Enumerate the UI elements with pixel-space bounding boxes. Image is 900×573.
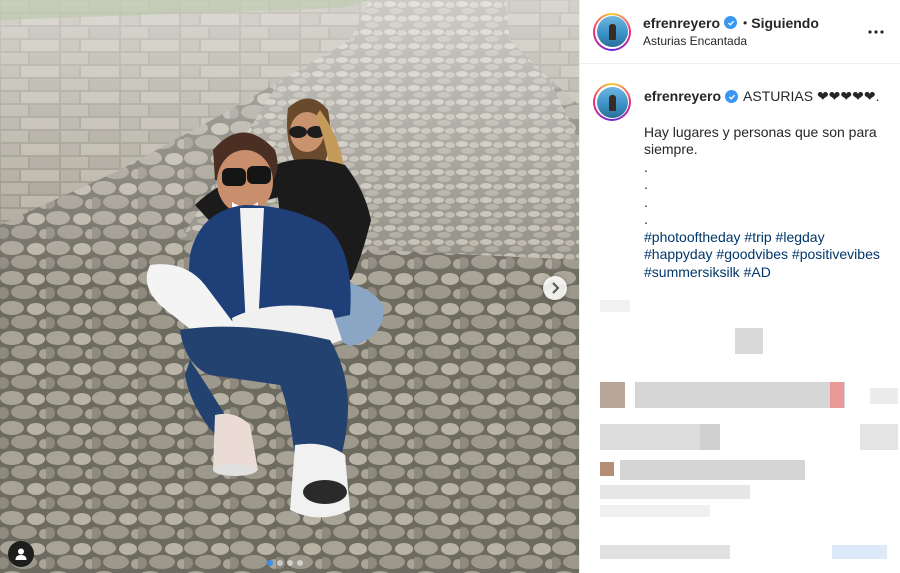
hashtags-line: #photooftheday #trip #legday <box>644 229 888 247</box>
caption-dot: . <box>644 176 648 192</box>
hashtag-link[interactable]: #photooftheday <box>644 229 741 245</box>
hashtag-link[interactable]: #happyday <box>644 246 713 262</box>
hashtag-link[interactable]: #AD <box>744 264 771 280</box>
more-options-button[interactable] <box>864 20 888 44</box>
verified-badge-icon <box>724 16 738 29</box>
more-options-icon <box>868 29 884 34</box>
chevron-right-icon <box>552 282 560 294</box>
next-photo-button[interactable] <box>543 276 567 300</box>
caption-username-link[interactable]: efrenreyero <box>644 88 721 106</box>
caption-avatar[interactable] <box>593 83 631 121</box>
hashtags-line: #summersiksilk #AD <box>644 264 888 282</box>
caption-title: ASTURIAS ❤❤❤❤❤. <box>743 88 880 104</box>
hashtag-link[interactable]: #positivevibes <box>792 246 880 262</box>
location-link[interactable]: Asturias Encantada <box>643 32 864 50</box>
hashtag-link[interactable]: #legday <box>776 229 825 245</box>
post-header: efrenreyero • Siguiendo Asturias Encanta… <box>580 0 900 64</box>
username-link[interactable]: efrenreyero <box>643 14 720 32</box>
hashtags-line: #happyday #goodvibes #positivevibes <box>644 246 888 264</box>
avatar-image <box>596 16 628 47</box>
post-caption: efrenreyero ASTURIAS ❤❤❤❤❤. Hay lugares … <box>580 64 900 281</box>
user-tag-button[interactable] <box>8 541 34 567</box>
avatar[interactable] <box>593 12 631 51</box>
photo-scene <box>0 0 579 573</box>
hashtag-link[interactable]: #summersiksilk <box>644 264 740 280</box>
following-button[interactable]: Siguiendo <box>751 14 819 32</box>
hashtag-link[interactable]: #goodvibes <box>716 246 788 262</box>
caption-dot: . <box>644 193 648 210</box>
verified-badge-icon <box>725 90 739 104</box>
caption-dot: . <box>644 211 648 227</box>
carousel-dot <box>277 560 283 566</box>
hashtag-link[interactable]: #trip <box>744 229 771 245</box>
caption-dot: . <box>644 158 648 175</box>
post-sidebar: efrenreyero • Siguiendo Asturias Encanta… <box>579 0 900 573</box>
blurred-comments <box>580 300 900 573</box>
user-tag-icon <box>15 548 27 560</box>
separator: • <box>743 15 748 30</box>
caption-line: Hay lugares y personas que son para siem… <box>644 123 877 158</box>
carousel-dot <box>297 560 303 566</box>
carousel-indicator <box>267 560 303 566</box>
carousel-dot-active <box>267 560 273 566</box>
post-photo[interactable] <box>0 0 579 573</box>
carousel-dot <box>287 560 293 566</box>
avatar-image <box>596 86 628 118</box>
